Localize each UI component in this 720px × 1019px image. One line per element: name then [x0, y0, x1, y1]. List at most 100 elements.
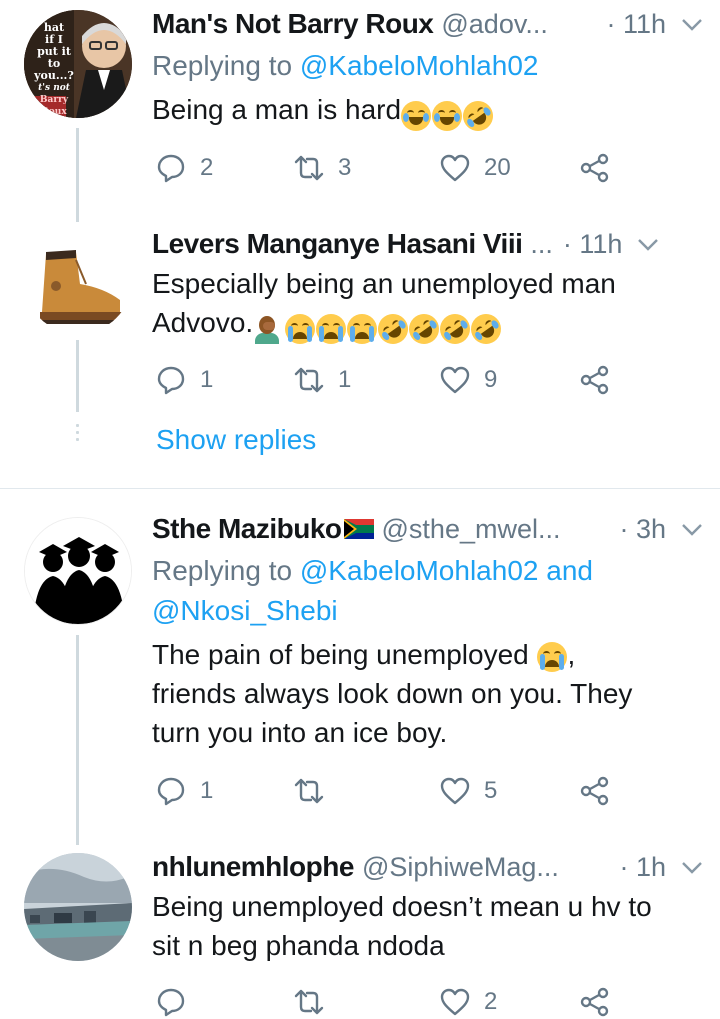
thread-line	[76, 635, 79, 819]
joy-emoji-icon	[401, 100, 432, 131]
avatar-boot[interactable]	[24, 226, 132, 334]
crying-emoji-icon	[347, 313, 378, 344]
rofl-emoji-icon	[457, 94, 499, 137]
reply-icon	[157, 777, 185, 806]
like-count: 5	[484, 777, 498, 804]
share-button[interactable]	[580, 360, 610, 400]
mention-link[interactable]: @KabeloMohlah02 and	[300, 555, 593, 586]
timestamp[interactable]: · 1h	[619, 852, 666, 883]
like-count: 2	[484, 988, 498, 1015]
chevron-down-icon[interactable]	[636, 232, 660, 256]
user-handle[interactable]: @adov...	[441, 9, 596, 40]
avatar-caption-4: to you...?	[34, 57, 74, 82]
retweet-button[interactable]: 1	[294, 360, 351, 400]
like-count: 20	[484, 154, 511, 181]
facepalm-emoji-icon	[253, 314, 283, 344]
tweet-text: Especially being an unemployed man Advov…	[152, 264, 704, 350]
tweet-text-line: turn you into an ice boy.	[152, 717, 448, 748]
retweet-button[interactable]	[294, 771, 338, 811]
tweet-text-line: friends always look down on you. They	[152, 678, 633, 709]
crying-emoji-icon	[285, 313, 316, 344]
retweet-count: 1	[338, 366, 352, 393]
tweet-text-line: Especially being an unemployed man	[152, 268, 616, 299]
user-handle[interactable]: @sthe_mwel...	[382, 514, 610, 545]
heart-icon	[440, 777, 470, 805]
tweet-3[interactable]: Sthe Mazibuko @sthe_mwel... · 3h Replyin…	[0, 489, 720, 819]
show-replies-link[interactable]: Show replies	[156, 424, 316, 456]
tweet-2[interactable]: Levers Manganye Hasani Viii ... · 11h Es…	[0, 210, 720, 488]
emoji-group	[401, 94, 499, 137]
tweet-text: Being a man is hard	[152, 90, 704, 137]
tweet-1[interactable]: hat if I put it to you...? t's not Barry…	[0, 0, 720, 210]
thread-line	[76, 128, 79, 210]
reply-count: 1	[200, 366, 214, 393]
chevron-down-icon[interactable]	[680, 517, 704, 541]
retweet-icon	[294, 155, 324, 181]
share-button[interactable]	[580, 771, 610, 811]
heart-icon	[440, 366, 470, 394]
thread-line	[76, 340, 79, 412]
thread-dots	[76, 424, 79, 445]
timestamp[interactable]: · 3h	[619, 514, 666, 545]
avatar-barry-roux[interactable]: hat if I put it to you...? t's not Barry…	[24, 10, 132, 118]
replying-to: Replying to @KabeloMohlah02	[152, 46, 538, 86]
retweet-button[interactable]	[294, 982, 338, 1019]
reply-icon	[157, 988, 185, 1017]
avatar-caption-6: Barry	[39, 95, 69, 105]
thread-line	[76, 210, 79, 222]
emoji-group	[253, 307, 508, 350]
display-name[interactable]: Levers Manganye Hasani Viii	[152, 228, 523, 260]
replying-prefix: Replying to	[152, 555, 300, 586]
crying-emoji-icon	[316, 313, 347, 344]
reply-button[interactable]: 1	[156, 771, 213, 811]
retweet-count: 3	[338, 154, 352, 181]
avatar-landscape[interactable]	[24, 853, 132, 961]
like-button[interactable]: 2	[440, 982, 497, 1019]
tweet-text-content: Being a man is hard	[152, 94, 402, 125]
tweet-text-line: Advovo.	[152, 303, 704, 350]
reply-button[interactable]	[156, 982, 200, 1019]
timestamp[interactable]: · 11h	[606, 9, 666, 40]
replying-to: Replying to @KabeloMohlah02 and @Nkosi_S…	[152, 551, 593, 631]
like-button[interactable]: 5	[440, 771, 497, 811]
avatar-caption-5: t's not	[38, 83, 70, 93]
display-name[interactable]: Man's Not Barry Roux	[152, 8, 434, 40]
joy-emoji-icon	[432, 100, 463, 131]
retweet-icon	[294, 778, 324, 804]
retweet-icon	[294, 367, 324, 393]
replying-prefix: Replying to	[152, 50, 300, 81]
tweet-4[interactable]: nhlunemhlophe @SiphiweMag... · 1h Being …	[0, 819, 720, 1019]
like-button[interactable]: 20	[440, 148, 511, 188]
thread-line	[76, 819, 79, 845]
reply-icon	[157, 154, 185, 183]
user-handle[interactable]: ...	[530, 229, 553, 260]
share-button[interactable]	[580, 148, 610, 188]
timestamp[interactable]: · 11h	[563, 229, 623, 260]
mention-link[interactable]: @KabeloMohlah02	[300, 50, 539, 81]
rofl-emoji-icon	[465, 307, 508, 350]
reply-count: 2	[200, 154, 214, 181]
tweet-text: The pain of being unemployed , friends a…	[152, 635, 704, 752]
crying-emoji-icon	[536, 641, 567, 672]
user-handle[interactable]: @SiphiweMag...	[362, 852, 610, 883]
tweet-text-line: sit n beg phanda ndoda	[152, 930, 445, 961]
mention-link[interactable]: @Nkosi_Shebi	[152, 591, 593, 631]
share-button[interactable]	[580, 982, 610, 1019]
retweet-button[interactable]: 3	[294, 148, 351, 188]
avatar-caption-7: Roux	[41, 107, 67, 117]
chevron-down-icon[interactable]	[680, 855, 704, 879]
reply-button[interactable]: 1	[156, 360, 213, 400]
tweet-text-content: Advovo.	[152, 307, 254, 338]
reply-count: 1	[200, 777, 214, 804]
chevron-down-icon[interactable]	[680, 12, 704, 36]
avatar-graduates[interactable]	[24, 517, 132, 625]
display-name[interactable]: nhlunemhlophe	[152, 851, 354, 883]
reply-button[interactable]: 2	[156, 148, 213, 188]
tweet-actions: 2	[152, 982, 632, 1019]
reply-icon	[157, 366, 185, 395]
share-icon	[580, 987, 609, 1017]
share-icon	[580, 153, 609, 183]
display-name[interactable]: Sthe Mazibuko	[152, 513, 342, 545]
heart-icon	[440, 154, 470, 182]
like-button[interactable]: 9	[440, 360, 497, 400]
